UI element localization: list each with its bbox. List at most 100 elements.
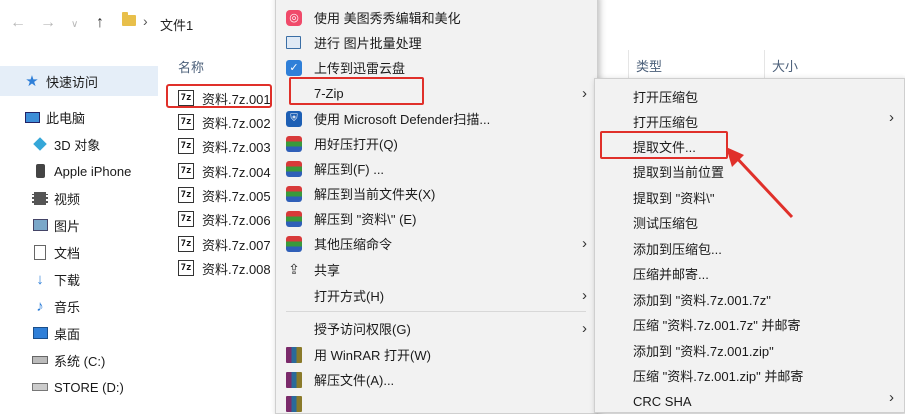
menu-item-other-compress[interactable]: 其他压缩命令 › <box>276 231 597 256</box>
drive-icon <box>32 379 48 395</box>
sidebar-item-label: 图片 <box>54 218 81 234</box>
sidebar-item-label: 音乐 <box>54 299 81 315</box>
document-icon <box>32 244 48 260</box>
sidebar-item-documents[interactable]: 文档 <box>32 240 80 264</box>
selected-file-highlight <box>166 84 272 108</box>
download-icon: ↓ <box>36 270 44 288</box>
submenu-item-add-to-zip[interactable]: 添加到 "资料.7z.001.zip" <box>633 338 774 363</box>
column-divider[interactable] <box>764 50 765 78</box>
video-icon <box>32 190 48 206</box>
menu-item-extract-to-folder[interactable]: 解压到 "资料\" (E) <box>276 206 597 231</box>
menu-item-batch-image[interactable]: 进行 图片批量处理 <box>276 30 597 55</box>
batch-image-icon <box>286 36 301 49</box>
meitu-icon: ◎ <box>286 9 302 26</box>
submenu-item-highlight <box>600 131 728 159</box>
file-name: 资料.7z.007 <box>202 237 271 253</box>
sidebar-item-label: STORE (D:) <box>54 379 124 395</box>
list-item[interactable]: 7z 资料.7z.002 <box>178 110 271 134</box>
7z-file-icon: 7z <box>178 163 194 179</box>
menu-item-highlight <box>289 77 424 105</box>
picture-icon <box>32 217 48 233</box>
list-item[interactable]: 7z 资料.7z.006 <box>178 207 271 231</box>
list-item[interactable]: 7z 资料.7z.004 <box>178 159 271 183</box>
submenu-item-crc-sha[interactable]: CRC SHA <box>633 389 692 414</box>
submenu-item-compress-7z-email[interactable]: 压缩 "资料.7z.001.7z" 并邮寄 <box>633 312 800 337</box>
file-name: 资料.7z.003 <box>202 139 271 155</box>
chevron-right-icon: › <box>889 109 894 126</box>
submenu-item-test-archive[interactable]: 测试压缩包 <box>633 210 698 235</box>
sidebar-item-label: 3D 对象 <box>54 137 101 153</box>
sidebar-item-label: 下载 <box>54 272 81 288</box>
column-header-type[interactable]: 类型 <box>636 56 662 75</box>
sidebar-item-videos[interactable]: 视频 <box>32 186 80 210</box>
menu-item-extract-to[interactable]: 解压到(F) ... <box>276 156 597 181</box>
chevron-right-icon: › <box>582 235 587 252</box>
column-header-name[interactable]: 名称 <box>178 57 204 76</box>
sidebar-item-quick-access-row[interactable]: ★ 快速访问 <box>24 69 98 93</box>
menu-item-extract-here[interactable]: 解压到当前文件夹(X) <box>276 181 597 206</box>
xunlei-icon: ✓ <box>286 59 302 76</box>
7z-file-icon: 7z <box>178 187 194 203</box>
7z-file-icon: 7z <box>178 138 194 154</box>
chevron-right-icon: › <box>582 85 587 102</box>
back-arrow-icon[interactable]: ← <box>10 14 26 32</box>
file-name: 资料.7z.005 <box>202 188 271 204</box>
sidebar-item-label: 视频 <box>54 191 81 207</box>
sidebar-item-downloads[interactable]: ↓ 下载 <box>32 267 80 291</box>
haozip-icon <box>286 235 302 252</box>
sidebar-item-desktop[interactable]: 桌面 <box>32 321 80 345</box>
7z-file-icon: 7z <box>178 211 194 227</box>
column-header-size[interactable]: 大小 <box>772 56 798 75</box>
haozip-icon <box>286 135 302 152</box>
7z-file-icon: 7z <box>178 236 194 252</box>
chevron-down-icon[interactable]: ∨ <box>71 19 78 30</box>
sidebar-item-drive-d[interactable]: STORE (D:) <box>32 375 124 399</box>
menu-item-grant-access[interactable]: 授予访问权限(G) › <box>276 316 597 341</box>
sidebar-item-drive-c[interactable]: 系统 (C:) <box>32 348 105 372</box>
sidebar-item-label: 快速访问 <box>46 74 99 90</box>
sidebar-item-label: 系统 (C:) <box>54 353 106 369</box>
shield-icon: ⛨ <box>286 110 302 127</box>
haozip-icon <box>286 210 302 227</box>
menu-item-winrar-open[interactable]: 用 WinRAR 打开(W) <box>276 342 597 367</box>
menu-item-meitu-edit[interactable]: ◎ 使用 美图秀秀编辑和美化 <box>276 5 597 30</box>
sidebar-item-apple-iphone[interactable]: Apple iPhone <box>32 159 131 183</box>
menu-item-defender-scan[interactable]: ⛨ 使用 Microsoft Defender扫描... <box>276 106 597 131</box>
submenu-item-open-archive[interactable]: 打开压缩包 <box>633 84 698 109</box>
sidebar-item-label: Apple iPhone <box>54 163 132 179</box>
sidebar-item-pictures[interactable]: 图片 <box>32 213 80 237</box>
up-arrow-icon[interactable]: ↑ <box>96 14 104 32</box>
file-name: 资料.7z.008 <box>202 261 271 277</box>
submenu-item-compress-zip-email[interactable]: 压缩 "资料.7z.001.zip" 并邮寄 <box>633 363 803 388</box>
drive-icon <box>32 352 48 368</box>
list-item[interactable]: 7z 资料.7z.008 <box>178 256 271 280</box>
submenu-item-compress-email[interactable]: 压缩并邮寄... <box>633 261 709 286</box>
submenu-item-extract-here[interactable]: 提取到当前位置 <box>633 159 724 184</box>
haozip-icon <box>286 160 302 177</box>
winrar-icon <box>286 346 302 363</box>
list-item[interactable]: 7z 资料.7z.005 <box>178 183 271 207</box>
submenu-item-add-to-7z[interactable]: 添加到 "资料.7z.001.7z" <box>633 287 771 312</box>
7zip-submenu: 打开压缩包 打开压缩包 › 提取文件... 提取到当前位置 提取到 "资料\" … <box>594 78 905 413</box>
menu-item-winrar-extract[interactable]: 解压文件(A)... <box>276 367 597 392</box>
column-divider[interactable] <box>628 50 629 78</box>
menu-item-open-with[interactable]: 打开方式(H) › <box>276 283 597 308</box>
chevron-right-icon[interactable]: › <box>143 13 148 29</box>
menu-item-haozip-open[interactable]: 用好压打开(Q) <box>276 131 597 156</box>
7z-file-icon: 7z <box>178 114 194 130</box>
forward-arrow-icon[interactable]: → <box>40 14 56 32</box>
list-item[interactable]: 7z 资料.7z.003 <box>178 134 271 158</box>
sidebar-item-this-pc[interactable]: 此电脑 <box>24 105 85 129</box>
music-icon: ♪ <box>36 297 44 315</box>
phone-icon <box>32 163 48 179</box>
submenu-item-extract-to-folder[interactable]: 提取到 "资料\" <box>633 185 714 210</box>
menu-item-share[interactable]: ⇪ 共享 <box>276 257 597 282</box>
submenu-item-add-to-archive[interactable]: 添加到压缩包... <box>633 236 722 261</box>
list-item[interactable]: 7z 资料.7z.007 <box>178 232 271 256</box>
breadcrumb-folder[interactable]: 文件1 <box>160 15 193 34</box>
sidebar-item-3d-objects[interactable]: 3D 对象 <box>32 132 100 156</box>
haozip-icon <box>286 185 302 202</box>
sidebar-item-music[interactable]: ♪ 音乐 <box>32 294 80 318</box>
star-icon: ★ <box>25 73 39 90</box>
7z-file-icon: 7z <box>178 260 194 276</box>
